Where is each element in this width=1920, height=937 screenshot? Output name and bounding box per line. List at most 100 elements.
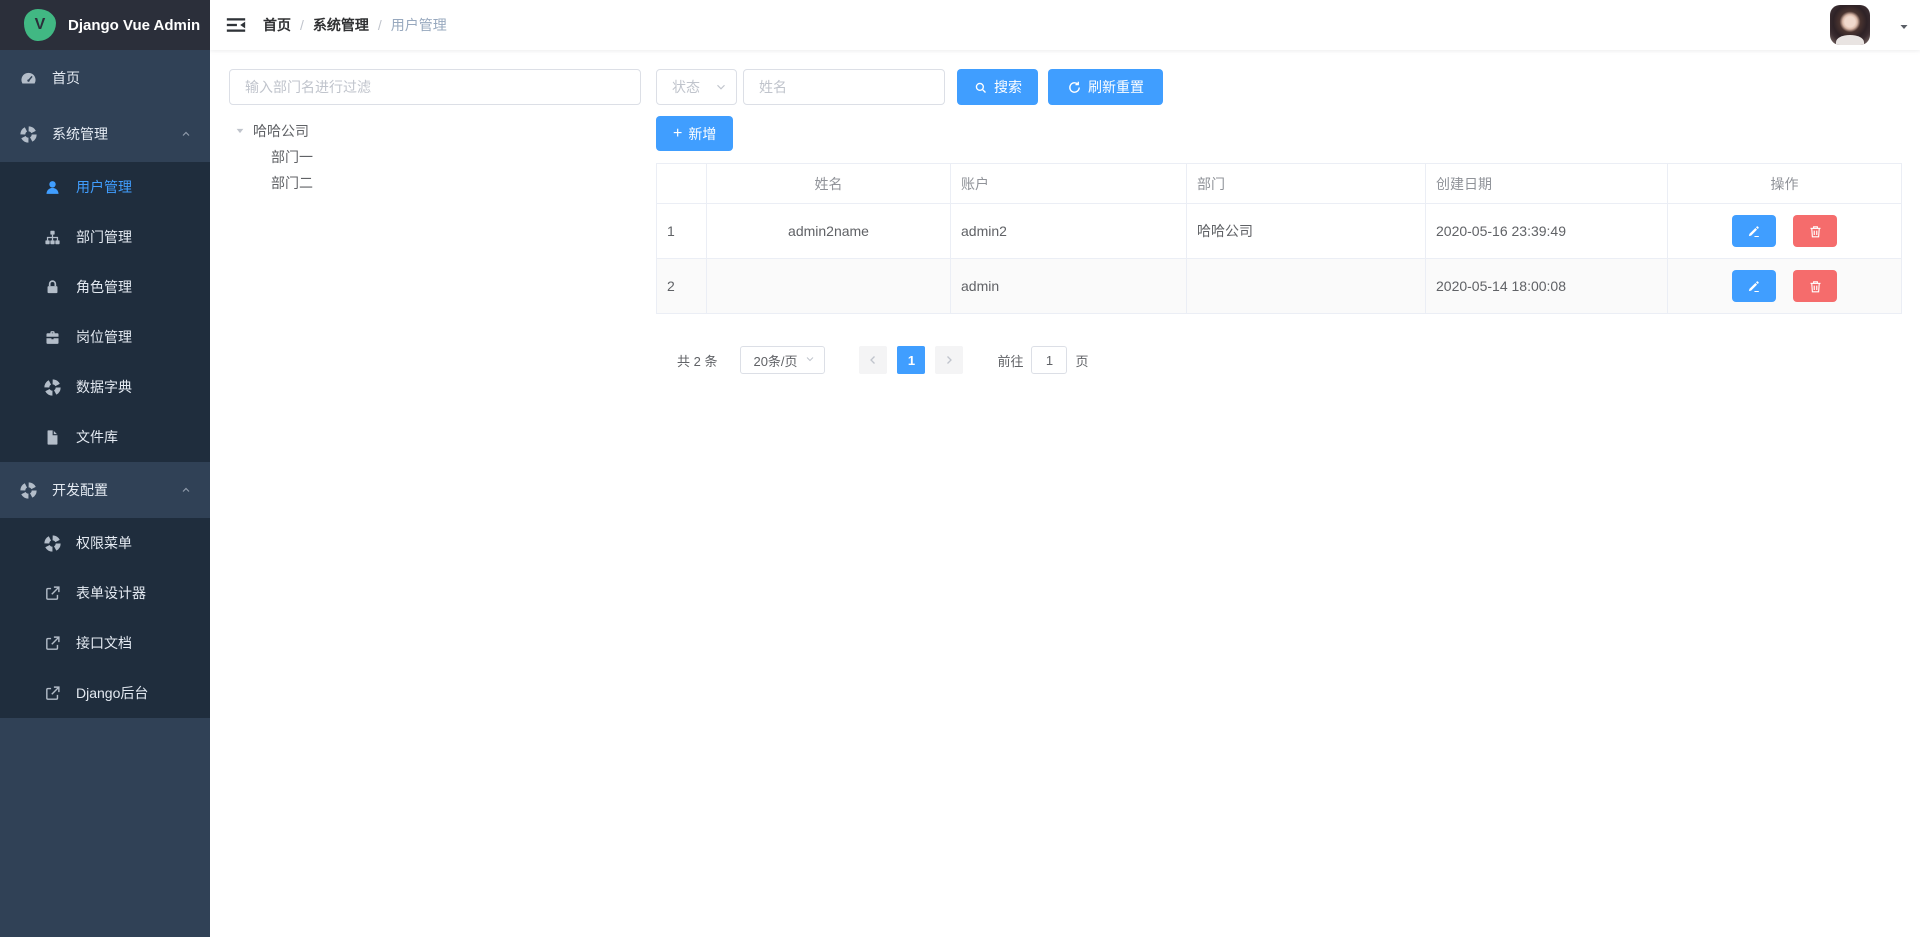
department-panel: 哈哈公司 部门一 部门二 — [229, 69, 641, 196]
sidebar-item-label: 角色管理 — [76, 277, 132, 297]
chevron-up-icon — [180, 128, 192, 140]
sidebar-item-data-dictionary[interactable]: 数据字典 — [0, 362, 210, 412]
component-icon — [44, 379, 61, 396]
sidebar-group-system[interactable]: 系统管理 — [0, 106, 210, 162]
sidebar-item-label: 表单设计器 — [76, 583, 146, 603]
cell-actions — [1668, 204, 1902, 259]
cell-department — [1187, 259, 1426, 314]
sidebar-group-dev-config[interactable]: 开发配置 — [0, 462, 210, 518]
prev-page-button[interactable] — [859, 346, 887, 374]
page-number-active[interactable]: 1 — [897, 346, 925, 374]
breadcrumb-current: 用户管理 — [391, 15, 447, 35]
user-icon — [44, 179, 61, 196]
page-size-value: 20条/页 — [753, 351, 797, 370]
refresh-icon — [1067, 80, 1082, 95]
chevron-down-icon — [714, 80, 728, 94]
col-actions: 操作 — [1668, 164, 1902, 204]
sidebar-item-permission-menu[interactable]: 权限菜单 — [0, 518, 210, 568]
tree-node-dept1[interactable]: 部门一 — [229, 144, 641, 170]
add-user-button[interactable]: + 新增 — [656, 116, 733, 151]
sidebar-item-label: 权限菜单 — [76, 533, 132, 553]
cell-actions — [1668, 259, 1902, 314]
briefcase-icon — [44, 329, 61, 346]
vue-logo-icon: V — [24, 9, 56, 41]
sidebar-item-label: 接口文档 — [76, 633, 132, 653]
page-size-select[interactable]: 20条/页 — [740, 346, 825, 374]
sitemap-icon — [44, 229, 61, 246]
breadcrumb-separator: / — [300, 17, 304, 33]
table-header-row: 姓名 账户 部门 创建日期 操作 — [657, 164, 1902, 204]
user-table: 姓名 账户 部门 创建日期 操作 1 admin2name admin2 哈哈公 — [656, 163, 1902, 314]
cell-account: admin — [951, 259, 1187, 314]
sidebar-item-label: 首页 — [52, 68, 80, 88]
breadcrumb: 首页 / 系统管理 / 用户管理 — [263, 15, 447, 35]
edit-button[interactable] — [1732, 270, 1776, 302]
department-tree: 哈哈公司 部门一 部门二 — [229, 118, 641, 196]
goto-page-input[interactable] — [1031, 346, 1067, 374]
name-search-input[interactable] — [743, 69, 945, 105]
external-link-icon — [44, 685, 61, 702]
pagination-goto: 前往 页 — [997, 346, 1088, 374]
tree-node-company[interactable]: 哈哈公司 — [229, 118, 641, 144]
pagination-total: 共 2 条 — [677, 351, 717, 370]
tree-node-label: 部门一 — [271, 147, 313, 167]
sidebar-item-home[interactable]: 首页 — [0, 50, 210, 106]
tree-node-label: 部门二 — [271, 173, 313, 193]
sidebar-item-form-designer[interactable]: 表单设计器 — [0, 568, 210, 618]
plus-icon: + — [673, 126, 682, 142]
caret-down-icon[interactable] — [1898, 21, 1910, 33]
goto-label: 前往 — [997, 351, 1023, 370]
external-link-icon — [44, 635, 61, 652]
sidebar-item-dept-management[interactable]: 部门管理 — [0, 212, 210, 262]
sidebar-item-label: 用户管理 — [76, 177, 132, 197]
breadcrumb-home[interactable]: 首页 — [263, 15, 291, 35]
filter-bar: 状态 搜索 — [656, 69, 1902, 105]
sidebar-item-api-docs[interactable]: 接口文档 — [0, 618, 210, 668]
sidebar-item-label: 岗位管理 — [76, 327, 132, 347]
chevron-down-icon — [804, 353, 818, 367]
trash-icon — [1808, 279, 1823, 294]
cell-account: admin2 — [951, 204, 1187, 259]
sidebar-item-label: 部门管理 — [76, 227, 132, 247]
cell-name: admin2name — [707, 204, 951, 259]
lock-icon — [44, 279, 61, 296]
delete-button[interactable] — [1793, 270, 1837, 302]
sidebar-item-post-management[interactable]: 岗位管理 — [0, 312, 210, 362]
breadcrumb-system[interactable]: 系统管理 — [313, 15, 369, 35]
table-row: 2 admin 2020-05-14 18:00:08 — [657, 259, 1902, 314]
logo-bar[interactable]: V Django Vue Admin — [0, 0, 210, 50]
status-select[interactable]: 状态 — [656, 69, 737, 105]
sidebar-item-role-management[interactable]: 角色管理 — [0, 262, 210, 312]
external-link-icon — [44, 585, 61, 602]
cell-index: 1 — [657, 204, 707, 259]
sidebar-group-label: 开发配置 — [52, 480, 108, 500]
tree-node-dept2[interactable]: 部门二 — [229, 170, 641, 196]
sidebar-item-label: Django后台 — [76, 683, 148, 703]
app-root: V Django Vue Admin 首页 系统管理 用户管理 — [0, 0, 1920, 937]
sidebar-fold-icon[interactable] — [225, 14, 247, 36]
component-icon — [20, 482, 37, 499]
sidebar-item-user-management[interactable]: 用户管理 — [0, 162, 210, 212]
department-filter-input[interactable] — [229, 69, 641, 105]
table-row: 1 admin2name admin2 哈哈公司 2020-05-16 23:3… — [657, 204, 1902, 259]
search-button[interactable]: 搜索 — [957, 69, 1038, 105]
refresh-button-label: 刷新重置 — [1088, 77, 1144, 97]
user-avatar[interactable] — [1830, 5, 1870, 45]
trash-icon — [1808, 224, 1823, 239]
chevron-right-icon — [943, 354, 955, 366]
edit-button[interactable] — [1732, 215, 1776, 247]
pagination: 共 2 条 20条/页 1 — [656, 346, 1902, 374]
next-page-button[interactable] — [935, 346, 963, 374]
add-button-label: 新增 — [688, 124, 716, 144]
navbar: 首页 / 系统管理 / 用户管理 — [210, 0, 1920, 50]
col-created: 创建日期 — [1426, 164, 1668, 204]
chevron-left-icon — [867, 354, 879, 366]
sidebar-item-file-library[interactable]: 文件库 — [0, 412, 210, 462]
col-department: 部门 — [1187, 164, 1426, 204]
sidebar-item-label: 文件库 — [76, 427, 118, 447]
delete-button[interactable] — [1793, 215, 1837, 247]
sidebar-item-django-admin[interactable]: Django后台 — [0, 668, 210, 718]
caret-down-icon[interactable] — [229, 126, 253, 136]
refresh-reset-button[interactable]: 刷新重置 — [1048, 69, 1163, 105]
col-account: 账户 — [951, 164, 1187, 204]
